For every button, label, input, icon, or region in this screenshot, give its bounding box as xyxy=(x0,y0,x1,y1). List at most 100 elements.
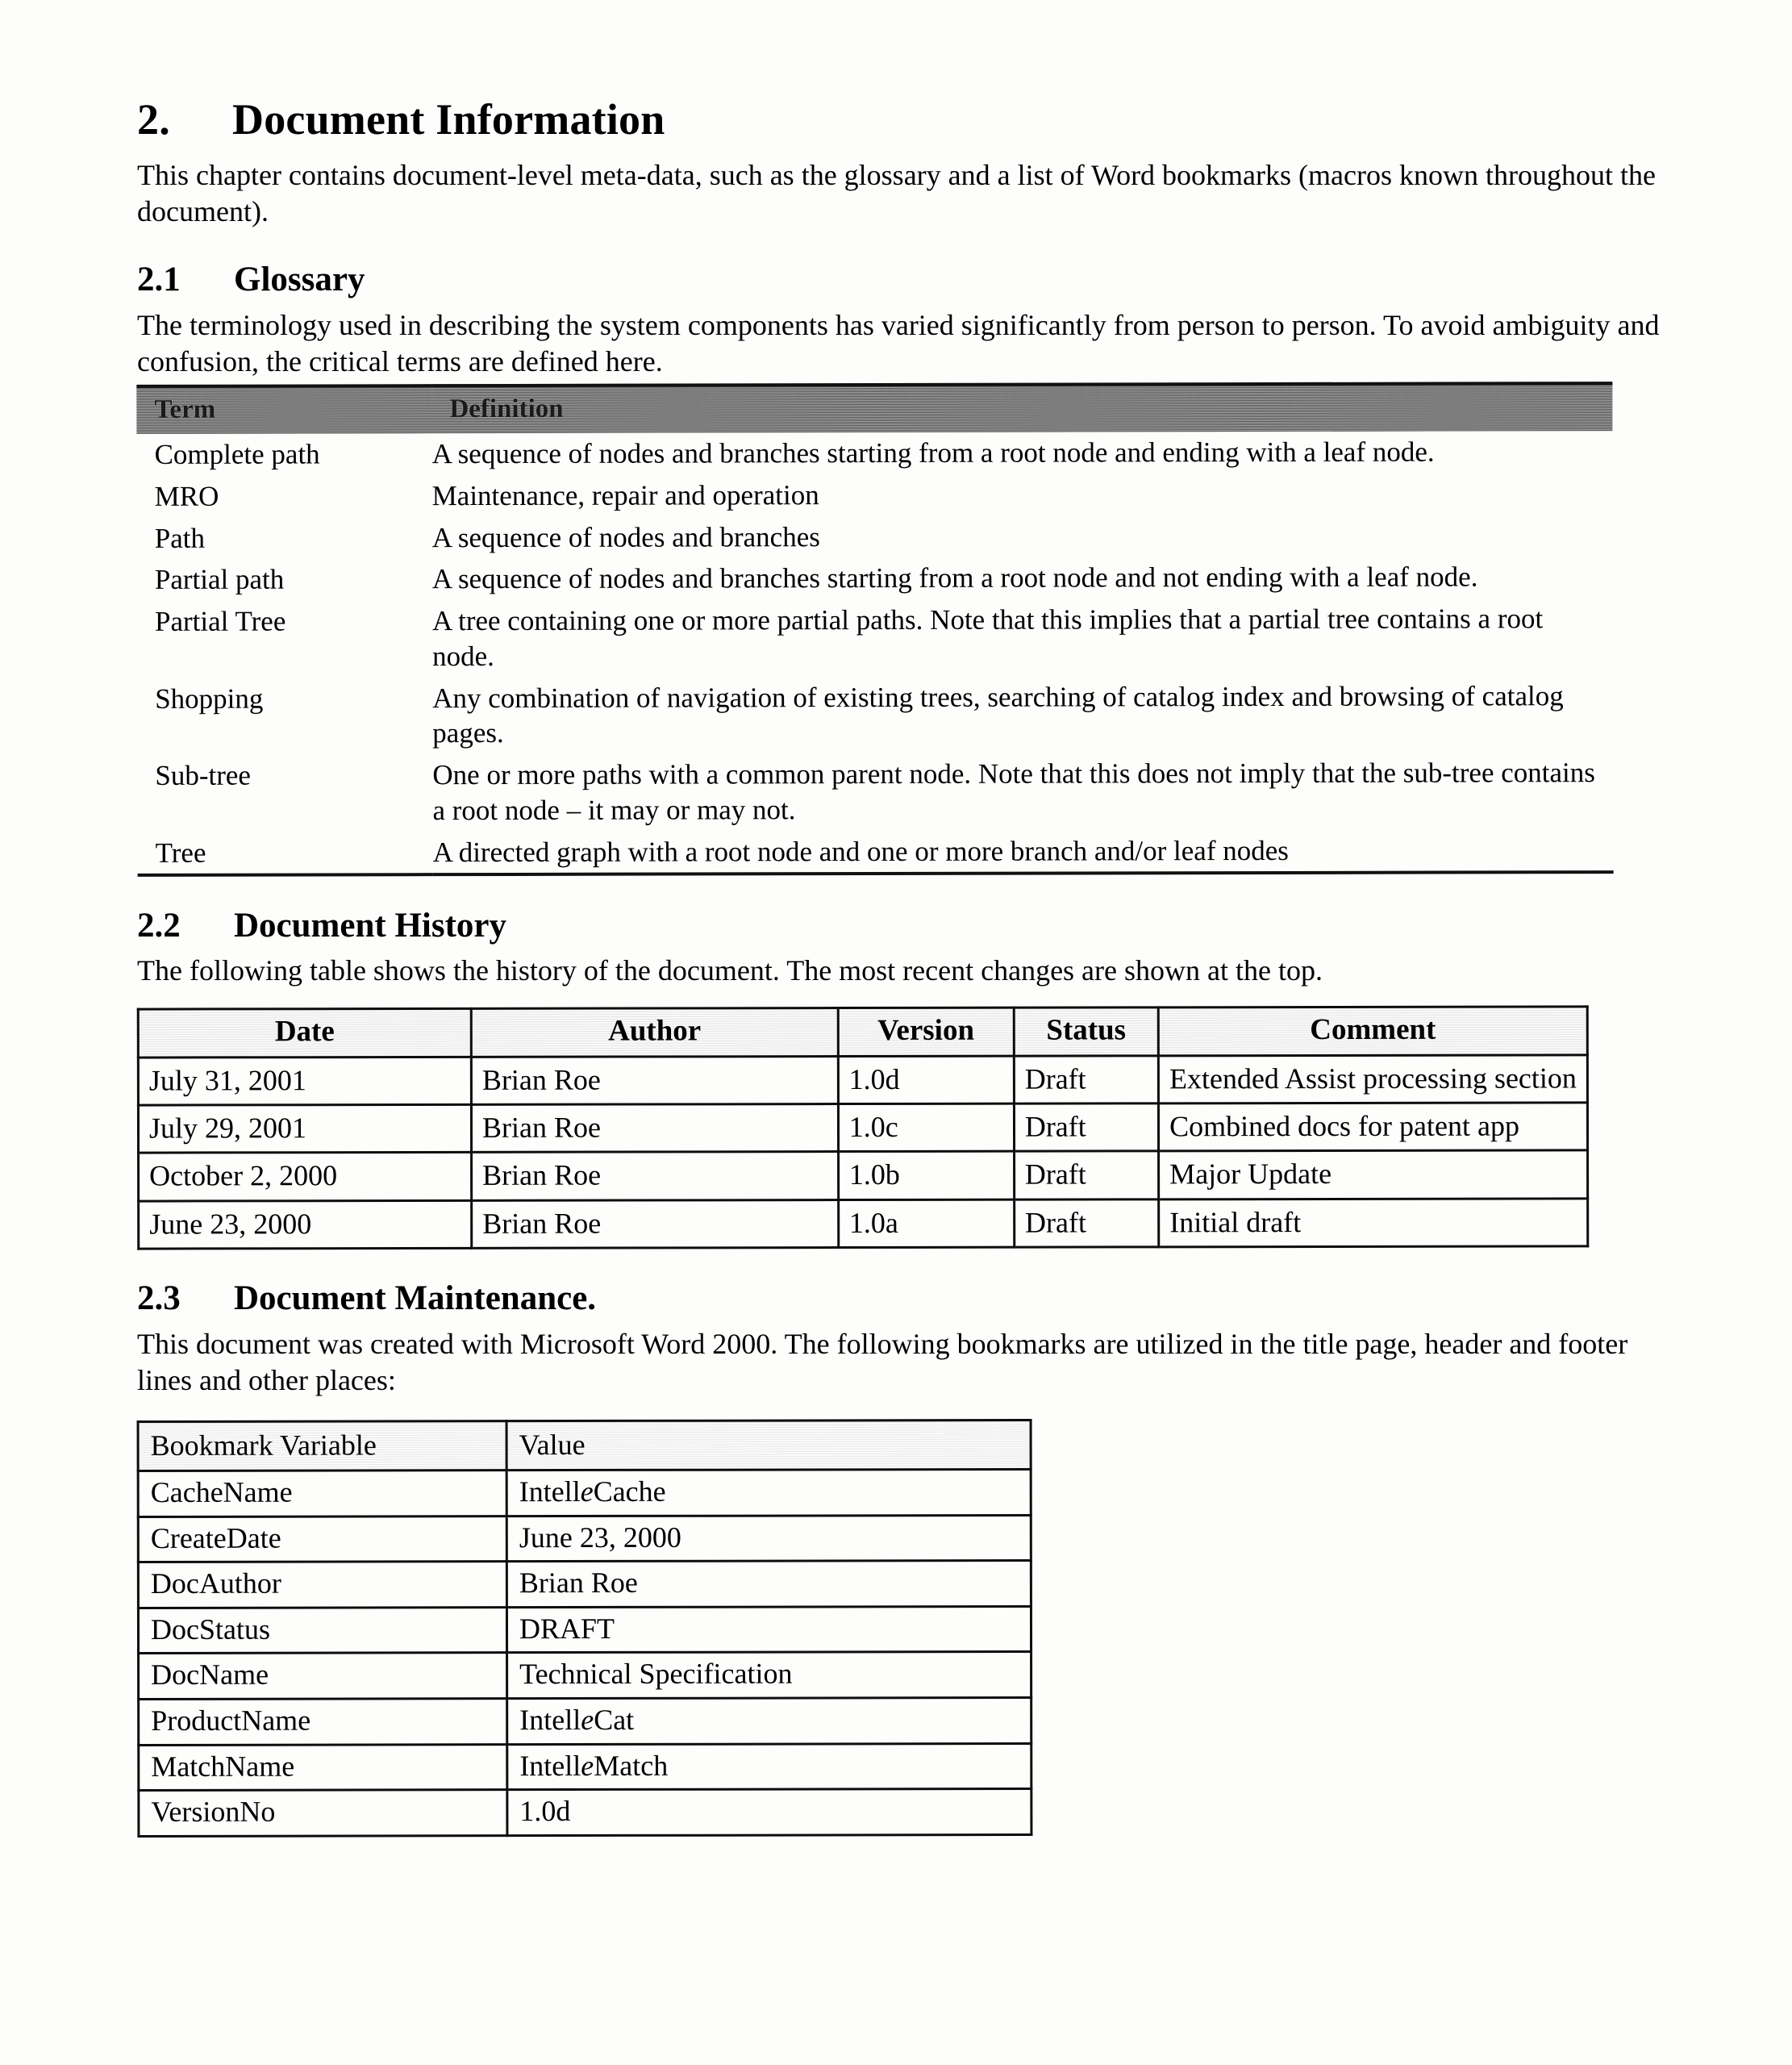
history-comment: Combined docs for patent app xyxy=(1158,1103,1588,1152)
history-author: Brian Roe xyxy=(471,1199,839,1249)
history-comment: Major Update xyxy=(1158,1150,1588,1199)
table-row: ProductName IntelleCat xyxy=(138,1697,1031,1746)
history-author: Brian Roe xyxy=(471,1104,839,1153)
history-header-status: Status xyxy=(1014,1007,1159,1057)
bookmark-variable: DocAuthor xyxy=(138,1562,507,1608)
bookmark-value: 1.0d xyxy=(506,1789,1031,1836)
glossary-term: Tree xyxy=(137,832,433,876)
table-row: Path A sequence of nodes and branches xyxy=(137,515,1613,560)
bookmark-value: IntelleMatch xyxy=(506,1743,1031,1791)
glossary-definition: One or more paths with a common parent n… xyxy=(432,757,1595,827)
chapter-title: Document Information xyxy=(232,95,665,144)
history-intro-paragraph: The following table shows the history of… xyxy=(137,953,1323,987)
bookmark-header-variable: Bookmark Variable xyxy=(138,1421,507,1471)
glossary-definition: A directed graph with a root node and on… xyxy=(432,829,1614,875)
history-author: Brian Roe xyxy=(471,1056,839,1105)
section-title-document-maintenance: Document Maintenance. xyxy=(234,1279,597,1318)
history-version: 1.0c xyxy=(838,1103,1015,1153)
table-row: July 29, 2001 Brian Roe 1.0c Draft Combi… xyxy=(138,1103,1588,1153)
table-row: DocStatus DRAFT xyxy=(138,1606,1031,1654)
bookmark-variable: CacheName xyxy=(138,1471,507,1517)
bookmark-variable: VersionNo xyxy=(138,1790,507,1837)
history-header-author: Author xyxy=(471,1007,839,1058)
table-row: July 31, 2001 Brian Roe 1.0d Draft Exten… xyxy=(138,1055,1588,1106)
history-date: July 31, 2001 xyxy=(138,1057,472,1106)
bookmark-value: Brian Roe xyxy=(506,1561,1031,1608)
table-row: Sub-tree One or more paths with a common… xyxy=(137,753,1613,832)
scanned-document-page: 2. Document Information This chapter cont… xyxy=(0,0,1792,2065)
section-heading-document-history: 2.2 Document History xyxy=(137,907,1661,945)
table-row: Shopping Any combination of navigation o… xyxy=(137,675,1613,755)
bookmark-value: DRAFT xyxy=(506,1606,1031,1654)
bookmark-variable: DocName xyxy=(138,1653,507,1700)
bookmark-variables-table: Bookmark Variable Value CacheName Intell… xyxy=(136,1419,1033,1838)
glossary-definition: A sequence of nodes and branches xyxy=(431,521,820,554)
section-heading-document-maintenance: 2.3 Document Maintenance. xyxy=(137,1279,1661,1317)
stylized-e-glyph: e xyxy=(581,1749,594,1783)
table-row: MRO Maintenance, repair and operation xyxy=(137,473,1613,518)
bookmark-header-value: Value xyxy=(506,1420,1031,1471)
section-heading-glossary: 2.1 Glossary xyxy=(137,261,1661,298)
bookmark-variable: MatchName xyxy=(138,1744,507,1792)
glossary-term: Sub-tree xyxy=(155,760,251,792)
glossary-term: Partial Tree xyxy=(154,605,286,638)
table-row: June 23, 2000 Brian Roe 1.0a Draft Initi… xyxy=(138,1199,1588,1249)
table-row: DocName Technical Specification xyxy=(138,1652,1031,1700)
document-content: 2. Document Information This chapter cont… xyxy=(136,97,1661,1838)
history-header-row: Date Author Version Status Comment xyxy=(138,1007,1588,1058)
table-row: October 2, 2000 Brian Roe 1.0b Draft Maj… xyxy=(138,1150,1588,1202)
table-row: Complete path A sequence of nodes and br… xyxy=(136,432,1612,477)
history-status: Draft xyxy=(1014,1151,1159,1200)
history-header-date: Date xyxy=(138,1008,472,1058)
table-row: Partial Tree A tree containing one or mo… xyxy=(137,599,1613,678)
chapter-heading: 2. Document Information xyxy=(137,97,1661,143)
history-header-comment: Comment xyxy=(1158,1007,1588,1057)
glossary-table: Term Definition Complete path A sequence… xyxy=(136,382,1614,878)
table-row: VersionNo 1.0d xyxy=(138,1789,1031,1837)
section-number-2-1: 2.1 xyxy=(137,261,181,299)
table-row: Tree A directed graph with a root node a… xyxy=(137,829,1614,876)
history-status: Draft xyxy=(1014,1056,1159,1104)
bookmark-variable: CreateDate xyxy=(138,1516,507,1563)
history-header-version: Version xyxy=(837,1007,1015,1057)
table-row: CacheName IntelleCache xyxy=(138,1469,1031,1517)
history-date: June 23, 2000 xyxy=(138,1200,472,1249)
history-date: October 2, 2000 xyxy=(138,1153,472,1202)
table-row: CreateDate June 23, 2000 xyxy=(138,1515,1031,1563)
glossary-definition: Any combination of navigation of existin… xyxy=(432,680,1564,749)
chapter-number: 2. xyxy=(137,95,170,144)
history-status: Draft xyxy=(1014,1103,1159,1152)
section-title-document-history: Document History xyxy=(234,906,506,945)
glossary-intro-paragraph: The terminology used in describing the s… xyxy=(137,308,1660,378)
table-row: Partial path A sequence of nodes and bra… xyxy=(137,557,1613,602)
glossary-term: Path xyxy=(154,522,206,554)
history-version: 1.0b xyxy=(838,1151,1015,1200)
history-comment: Initial draft xyxy=(1158,1199,1588,1248)
glossary-term: Partial path xyxy=(154,564,285,596)
bookmark-value: June 23, 2000 xyxy=(506,1515,1031,1562)
history-date: July 29, 2001 xyxy=(138,1104,472,1153)
section-number-2-3: 2.3 xyxy=(137,1279,181,1318)
history-status: Draft xyxy=(1014,1199,1159,1248)
table-row: MatchName IntelleMatch xyxy=(138,1743,1031,1792)
history-author: Brian Roe xyxy=(471,1152,839,1201)
bookmark-variable: DocStatus xyxy=(138,1607,507,1654)
glossary-definition: A sequence of nodes and branches startin… xyxy=(431,436,1435,470)
table-row: DocAuthor Brian Roe xyxy=(138,1561,1031,1608)
section-number-2-2: 2.2 xyxy=(137,906,181,945)
glossary-header-definition: Definition xyxy=(431,383,1613,434)
glossary-term: Shopping xyxy=(155,682,264,715)
glossary-header-row: Term Definition xyxy=(136,383,1613,435)
bookmark-variable: ProductName xyxy=(138,1699,507,1746)
stylized-e-glyph: e xyxy=(581,1704,594,1737)
section-title-glossary: Glossary xyxy=(234,261,365,299)
bookmark-value: IntelleCache xyxy=(506,1469,1031,1516)
maintenance-intro-paragraph: This document was created with Microsoft… xyxy=(137,1327,1628,1397)
bookmark-value: Technical Specification xyxy=(506,1652,1031,1700)
glossary-definition: Maintenance, repair and operation xyxy=(431,479,819,512)
glossary-term: Complete path xyxy=(154,438,320,471)
glossary-definition: A tree containing one or more partial pa… xyxy=(431,603,1544,673)
bookmark-header-row: Bookmark Variable Value xyxy=(138,1420,1031,1471)
history-version: 1.0a xyxy=(838,1199,1015,1248)
history-version: 1.0d xyxy=(838,1056,1015,1105)
